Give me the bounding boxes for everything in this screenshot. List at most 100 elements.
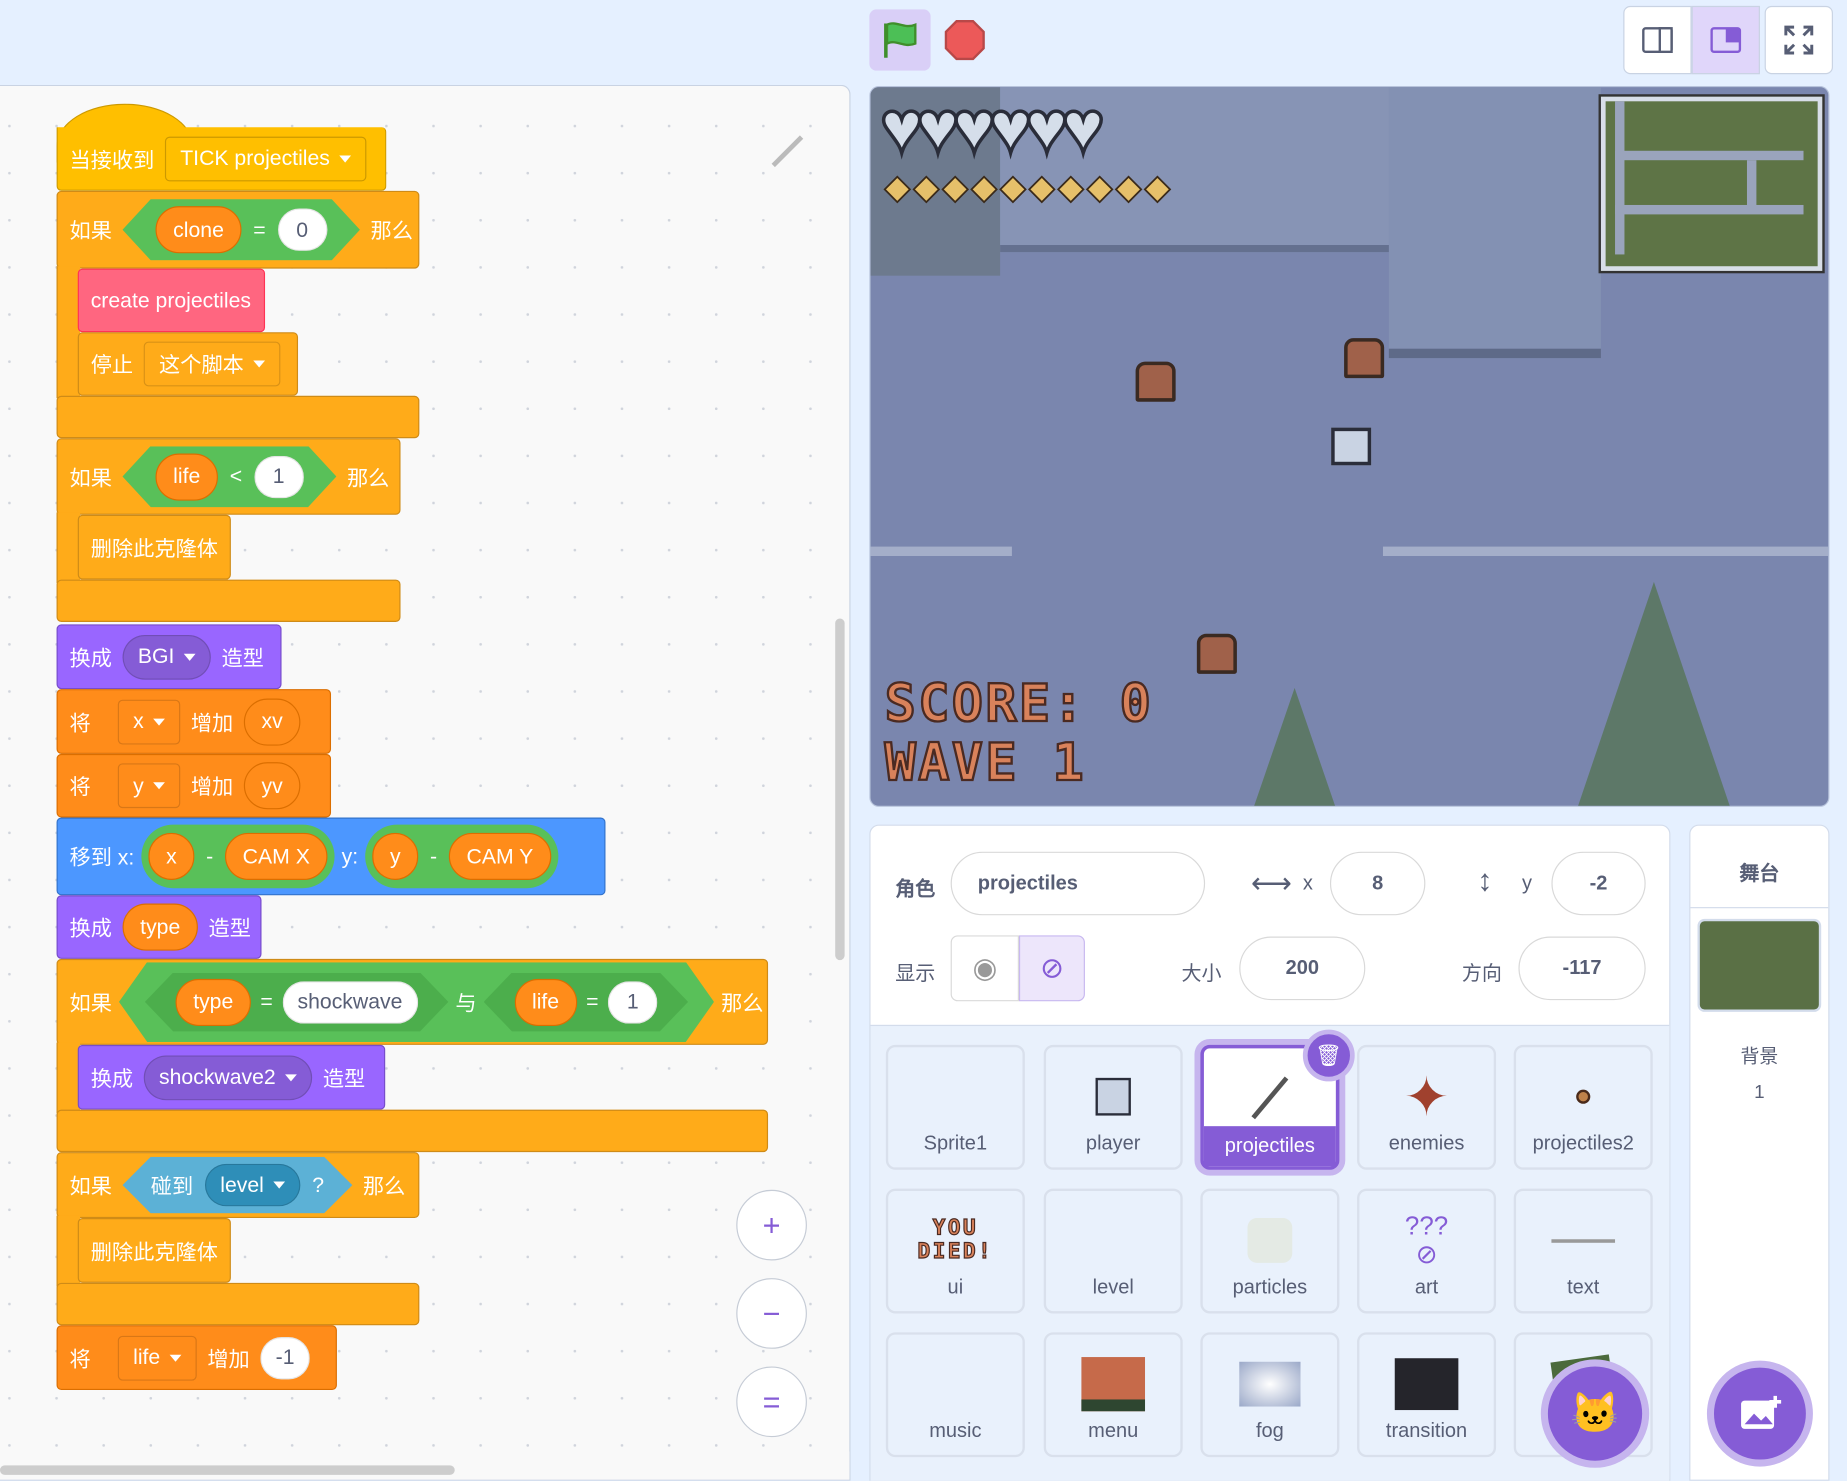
show-visible-button[interactable]: ◉ xyxy=(950,935,1019,1002)
sprite-name-input[interactable]: projectiles xyxy=(950,851,1206,916)
sprite-tile-menu[interactable]: menu xyxy=(1043,1332,1183,1458)
equals-operator[interactable]: type = shockwave xyxy=(145,972,448,1031)
switch-costume-block[interactable]: 换成 shockwave2 造型 xyxy=(77,1044,386,1110)
x-input[interactable]: 8 xyxy=(1329,851,1426,916)
touching-sensor[interactable]: 碰到 level ? xyxy=(123,1157,353,1214)
vertical-scrollbar[interactable] xyxy=(835,618,845,961)
block-label: 删除此克隆体 xyxy=(90,536,218,561)
if-block[interactable]: 如果 碰到 level ? 那么 xyxy=(56,1152,420,1219)
sprite-tile-player[interactable]: player xyxy=(1043,1044,1183,1170)
variable-reporter[interactable]: xv xyxy=(243,697,301,746)
sprite-tile-Sprite1[interactable]: Sprite1 xyxy=(885,1044,1025,1170)
show-hidden-button[interactable]: ⊘ xyxy=(1018,935,1085,1002)
sprite-tile-enemies[interactable]: ✦ enemies xyxy=(1357,1044,1497,1170)
value-input[interactable]: 0 xyxy=(277,209,326,251)
less-than-operator[interactable]: life < 1 xyxy=(123,446,337,507)
value-input[interactable]: 1 xyxy=(254,455,303,497)
sprite-tile-fog[interactable]: fog xyxy=(1200,1332,1340,1458)
sprite-tile-art[interactable]: ??? ⊘ art xyxy=(1357,1188,1497,1314)
zoom-out-button[interactable]: − xyxy=(736,1278,807,1349)
value-input[interactable]: 1 xyxy=(608,981,657,1023)
if-block-bottom xyxy=(56,395,420,439)
sprite-thumbnail xyxy=(1203,1207,1337,1273)
variable-dropdown[interactable]: x xyxy=(117,699,181,744)
variable-reporter[interactable]: type xyxy=(122,903,198,951)
switch-costume-block[interactable]: 换成 BGI 造型 xyxy=(56,624,282,690)
sprite-thumbnail xyxy=(1204,1065,1336,1131)
sprite-tile-projectiles2[interactable]: projectiles2 xyxy=(1513,1044,1653,1170)
horizontal-scrollbar[interactable] xyxy=(0,1465,455,1475)
subtract-operator-y[interactable]: y - CAM Y xyxy=(365,824,559,889)
eye-hidden-icon: ⊘ xyxy=(1040,952,1064,985)
variable-reporter[interactable]: yv xyxy=(243,762,301,810)
variable-reporter[interactable]: CAM Y xyxy=(448,832,551,880)
sprite-tile-music[interactable]: music xyxy=(885,1332,1025,1458)
small-stage-button[interactable] xyxy=(1623,5,1692,75)
create-projectiles-block[interactable]: create projectiles xyxy=(77,268,266,333)
backdrops-count: 1 xyxy=(1754,1082,1765,1103)
sprite-tile-level[interactable]: level xyxy=(1043,1188,1183,1314)
delete-clone-block[interactable]: 删除此克隆体 xyxy=(77,514,231,580)
fullscreen-button[interactable] xyxy=(1764,5,1833,75)
variable-dropdown[interactable]: life xyxy=(117,1335,197,1381)
sprite-tile-projectiles[interactable]: 🗑 projectiles xyxy=(1200,1029,1355,1170)
value-input[interactable]: shockwave xyxy=(282,981,418,1023)
equals-operator[interactable]: clone = 0 xyxy=(123,199,360,260)
subtract-operator-x[interactable]: x - CAM X xyxy=(141,824,335,889)
eye-icon: ◉ xyxy=(972,952,998,985)
size-input[interactable]: 200 xyxy=(1239,936,1366,1001)
variable-reporter[interactable]: type xyxy=(176,978,251,1025)
variable-reporter[interactable]: life xyxy=(155,453,217,500)
and-operator[interactable]: type = shockwave 与 life = 1 xyxy=(119,962,714,1042)
variable-reporter[interactable]: CAM X xyxy=(225,832,328,880)
add-backdrop-button[interactable] xyxy=(1706,1360,1813,1467)
variable-reporter[interactable]: x xyxy=(148,832,195,880)
target-dropdown[interactable]: level xyxy=(205,1164,300,1206)
direction-label: 方向 xyxy=(1461,962,1502,985)
block-label: 增加 xyxy=(190,710,234,735)
backdrop-thumbnail[interactable] xyxy=(1697,918,1822,1012)
switch-costume-block[interactable]: 换成 type 造型 xyxy=(56,895,262,959)
delete-clone-block[interactable]: 删除此克隆体 xyxy=(77,1218,231,1283)
when-i-receive-block[interactable]: 当接收到 TICK projectiles xyxy=(56,127,387,191)
sprite-tile-text[interactable]: text xyxy=(1513,1188,1653,1314)
if-label: 如果 xyxy=(69,465,112,490)
chevron-down-icon xyxy=(169,1354,182,1362)
equals-operator[interactable]: life = 1 xyxy=(484,972,688,1031)
change-variable-block[interactable]: 将 y 增加 yv xyxy=(56,753,332,818)
if-block[interactable]: 如果 clone = 0 那么 xyxy=(56,190,420,269)
costume-dropdown[interactable]: shockwave2 xyxy=(143,1054,313,1100)
stop-block[interactable]: 停止 这个脚本 xyxy=(77,332,299,396)
change-variable-block[interactable]: 将 x 增加 xv xyxy=(56,689,332,754)
change-variable-block[interactable]: 将 life 增加 -1 xyxy=(56,1325,337,1391)
if-block[interactable]: 如果 life < 1 那么 xyxy=(56,438,401,515)
value-input[interactable]: -1 xyxy=(260,1336,310,1379)
y-input[interactable]: -2 xyxy=(1551,851,1646,916)
sprite-thumbnail: YOU DIED! xyxy=(917,1215,994,1264)
block-label: y: xyxy=(341,844,359,868)
stop-option-dropdown[interactable]: 这个脚本 xyxy=(143,341,281,387)
green-flag-button[interactable] xyxy=(869,9,931,71)
message-dropdown[interactable]: TICK projectiles xyxy=(164,136,367,181)
sprite-tile-particles[interactable]: particles xyxy=(1200,1188,1340,1314)
variable-reporter[interactable]: life xyxy=(514,978,576,1025)
direction-input[interactable]: -117 xyxy=(1518,936,1646,1001)
stage-canvas[interactable]: ♥♥♥♥♥♥ ◆◆◆◆◆◆◆◆◆◆ SCORE: 0 WAVE 1 xyxy=(869,85,1830,807)
go-to-xy-block[interactable]: 移到 x: x - CAM X y: y - CAM Y xyxy=(56,817,606,896)
minimap xyxy=(1598,94,1825,274)
sprite-tile-transition[interactable]: transition xyxy=(1357,1332,1497,1458)
hearts-bar: ♥♥♥♥♥♥ xyxy=(878,87,1106,170)
variable-reporter[interactable]: y xyxy=(372,832,419,880)
zoom-in-button[interactable]: + xyxy=(736,1189,807,1261)
variable-reporter[interactable]: clone xyxy=(155,206,241,253)
add-sprite-button[interactable]: 🐱 xyxy=(1540,1359,1650,1468)
sprite-tile-ui[interactable]: YOU DIED! ui xyxy=(885,1188,1025,1314)
costume-dropdown[interactable]: BGI xyxy=(122,634,211,680)
normal-stage-button[interactable] xyxy=(1691,5,1760,75)
zoom-in-icon: + xyxy=(762,1206,781,1243)
zoom-reset-button[interactable]: = xyxy=(736,1366,807,1438)
operator-symbol: = xyxy=(253,217,266,241)
stop-button[interactable] xyxy=(944,19,986,61)
variable-dropdown[interactable]: y xyxy=(117,763,181,809)
if-block[interactable]: 如果 type = shockwave 与 life = 1 那么 xyxy=(56,958,769,1045)
